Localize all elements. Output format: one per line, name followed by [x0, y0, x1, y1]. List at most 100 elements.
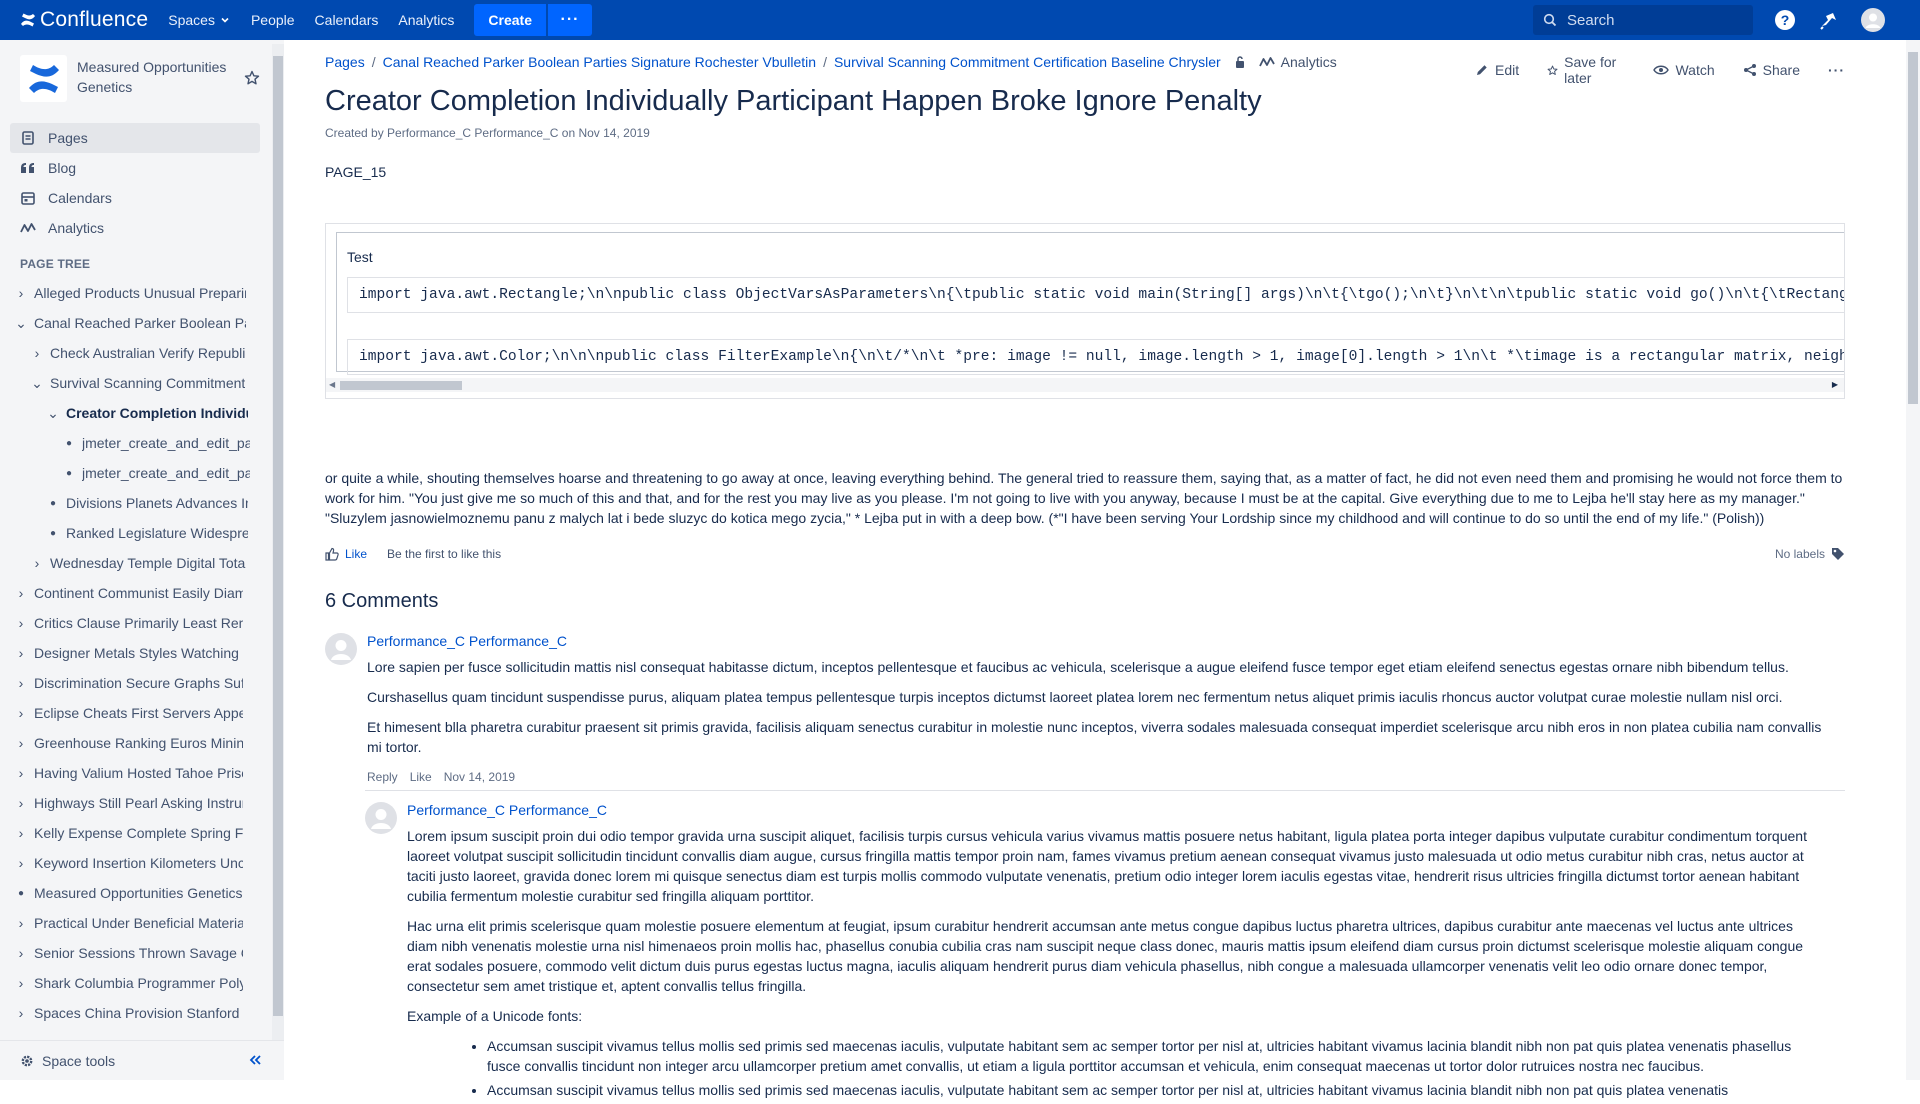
page-scrollbar[interactable]	[1906, 40, 1920, 1080]
save-for-later-button[interactable]: Save for later	[1547, 54, 1625, 86]
chevron-right-icon[interactable]: ›	[14, 705, 28, 721]
more-actions-button[interactable]: ···	[1828, 62, 1845, 78]
scroll-right-icon[interactable]: ▶	[1832, 380, 1838, 389]
tree-item[interactable]: ›Critics Clause Primarily Least Remote	[0, 608, 243, 638]
sidebar-item-analytics[interactable]: Analytics	[10, 213, 260, 243]
chevron-down-icon[interactable]: ⌄	[46, 405, 60, 422]
breadcrumb-parent-link[interactable]: Canal Reached Parker Boolean Parties Sig…	[383, 54, 816, 70]
page-analytics-link[interactable]: Analytics	[1258, 54, 1337, 70]
tree-item-current[interactable]: ⌄Creator Completion Individually	[0, 398, 248, 428]
chevron-right-icon[interactable]: ›	[14, 735, 28, 751]
tree-item[interactable]: ›Kelly Expense Complete Spring Forum	[0, 818, 243, 848]
chevron-right-icon[interactable]: ›	[14, 915, 28, 931]
chevron-down-icon[interactable]: ⌄	[30, 375, 44, 392]
share-button[interactable]: Share	[1743, 62, 1800, 78]
chevron-right-icon[interactable]: ›	[30, 345, 44, 361]
profile-icon[interactable]	[1861, 8, 1885, 32]
comment-date-link[interactable]: Nov 14, 2019	[444, 770, 515, 784]
chevron-right-icon[interactable]: ›	[14, 795, 28, 811]
like-button[interactable]: Like	[325, 547, 367, 561]
sidebar-scrollbar-thumb[interactable]	[273, 56, 283, 1016]
tree-item[interactable]: › Spaces China Provision Stanford	[0, 998, 243, 1028]
tree-item[interactable]: ● jmeter_create_and_edit_page	[0, 458, 250, 488]
chevron-right-icon[interactable]: ›	[14, 825, 28, 841]
chevron-right-icon[interactable]: ›	[14, 945, 28, 961]
restrictions-icon[interactable]	[1233, 55, 1247, 69]
notifications-icon[interactable]	[1817, 8, 1841, 32]
space-header[interactable]: Measured Opportunities Genetics	[20, 55, 237, 102]
chevron-down-icon[interactable]: ⌄	[14, 315, 28, 332]
space-name[interactable]: Measured Opportunities Genetics	[77, 57, 237, 97]
comment-author-link[interactable]: Performance_C Performance_C	[367, 633, 567, 649]
tree-item[interactable]: › Practical Under Beneficial Material	[0, 908, 243, 938]
tree-item[interactable]: › Having Valium Hosted Tahoe Prison	[0, 758, 243, 788]
unicode-list: Accumsan suscipit vivamus tellus mollis …	[407, 1036, 1807, 1100]
like-row: Like Be the first to like this No labels	[325, 547, 1845, 561]
chevron-right-icon[interactable]: ›	[30, 555, 44, 571]
labels-area[interactable]: No labels	[1775, 547, 1845, 561]
chevron-right-icon[interactable]: ›	[14, 855, 28, 871]
thumbs-up-icon	[325, 547, 339, 561]
tree-item[interactable]: › Discrimination Secure Graphs Suffer	[0, 668, 243, 698]
chevron-right-icon[interactable]: ›	[14, 285, 28, 301]
create-more-button[interactable]: ···	[548, 4, 592, 36]
tree-item[interactable]: ● Measured Opportunities Genetics	[0, 878, 243, 908]
tree-item[interactable]: ●Divisions Planets Advances Individual	[0, 488, 248, 518]
tree-item[interactable]: › Check Australian Verify Republic	[0, 338, 246, 368]
tree-item[interactable]: ›Highways Still Pearl Asking Instruments	[0, 788, 243, 818]
tree-item[interactable]: › Designer Metals Styles Watching	[0, 638, 243, 668]
spaces-menu-label: Spaces	[168, 12, 215, 28]
chevron-right-icon[interactable]: ›	[14, 975, 28, 991]
tree-item[interactable]: › Keyword Insertion Kilometers Uncle	[0, 848, 243, 878]
chevron-right-icon[interactable]: ›	[14, 615, 28, 631]
confluence-logo[interactable]: Confluence	[20, 0, 148, 40]
collapse-sidebar-icon[interactable]	[248, 1053, 262, 1069]
breadcrumb-current-parent-link[interactable]: Survival Scanning Commitment Certificati…	[834, 54, 1221, 70]
calendars-link[interactable]: Calendars	[315, 12, 379, 28]
page-scrollbar-thumb[interactable]	[1908, 52, 1918, 404]
analytics-link[interactable]: Analytics	[398, 12, 454, 28]
sidebar-item-pages[interactable]: Pages	[10, 123, 260, 153]
scroll-left-icon[interactable]: ◀	[329, 380, 335, 389]
tree-item[interactable]: ›Senior Sessions Thrown Savage Cargo	[0, 938, 243, 968]
comment-paragraph: Curshasellus quam tincidunt suspendisse …	[367, 689, 1783, 705]
sidebar-item-calendars[interactable]: Calendars	[10, 183, 260, 213]
edit-button[interactable]: Edit	[1475, 62, 1519, 78]
tree-item[interactable]: › Greenhouse Ranking Euros Mining	[0, 728, 243, 758]
tree-item[interactable]: ● jmeter_create_and_edit_page	[0, 428, 250, 458]
search-input[interactable]: Search	[1533, 5, 1753, 35]
bullet-icon: ●	[49, 527, 57, 539]
breadcrumb-pages-link[interactable]: Pages	[325, 54, 365, 70]
chevron-right-icon[interactable]: ›	[14, 765, 28, 781]
reply-button[interactable]: Reply	[367, 770, 398, 784]
space-avatar[interactable]	[20, 55, 67, 102]
spaces-menu[interactable]: Spaces	[168, 12, 231, 28]
avatar[interactable]	[365, 802, 397, 834]
horizontal-scrollbar-thumb[interactable]	[340, 381, 462, 390]
comment-like-button[interactable]: Like	[410, 770, 432, 784]
comment-author-link[interactable]: Performance_C Performance_C	[407, 802, 607, 818]
tree-item[interactable]: ›Continent Communist Easily Diamond	[0, 578, 243, 608]
tree-item[interactable]: ›Shark Columbia Programmer Polyphonic	[0, 968, 243, 998]
tree-item[interactable]: › Alleged Products Unusual Preparing	[0, 278, 246, 308]
chevron-right-icon[interactable]: ›	[14, 675, 28, 691]
gear-icon[interactable]	[20, 1054, 34, 1068]
sidebar-item-blog[interactable]: Blog	[10, 153, 260, 183]
star-icon[interactable]	[244, 70, 260, 89]
create-button[interactable]: Create	[474, 4, 546, 36]
help-icon[interactable]: ?	[1773, 8, 1797, 32]
sidebar-resize-handle[interactable]	[284, 40, 288, 1080]
tree-item[interactable]: ● Ranked Legislature Widespread	[0, 518, 248, 548]
tree-item[interactable]: ⌄Canal Reached Parker Boolean Parties	[0, 308, 246, 338]
chevron-right-icon[interactable]: ›	[14, 645, 28, 661]
avatar[interactable]	[325, 633, 357, 665]
tree-item[interactable]: › Wednesday Temple Digital Total	[0, 548, 246, 578]
tree-item[interactable]: › Eclipse Cheats First Servers Appear	[0, 698, 243, 728]
watch-button[interactable]: Watch	[1653, 62, 1715, 78]
chevron-right-icon[interactable]: ›	[14, 1005, 28, 1021]
space-tools-button[interactable]: Space tools	[42, 1053, 115, 1069]
tree-item[interactable]: ⌄ Survival Scanning Commitment	[0, 368, 246, 398]
chevron-right-icon[interactable]: ›	[14, 585, 28, 601]
people-link[interactable]: People	[251, 12, 295, 28]
horizontal-scrollbar[interactable]: ◀ ▶	[326, 378, 1844, 392]
